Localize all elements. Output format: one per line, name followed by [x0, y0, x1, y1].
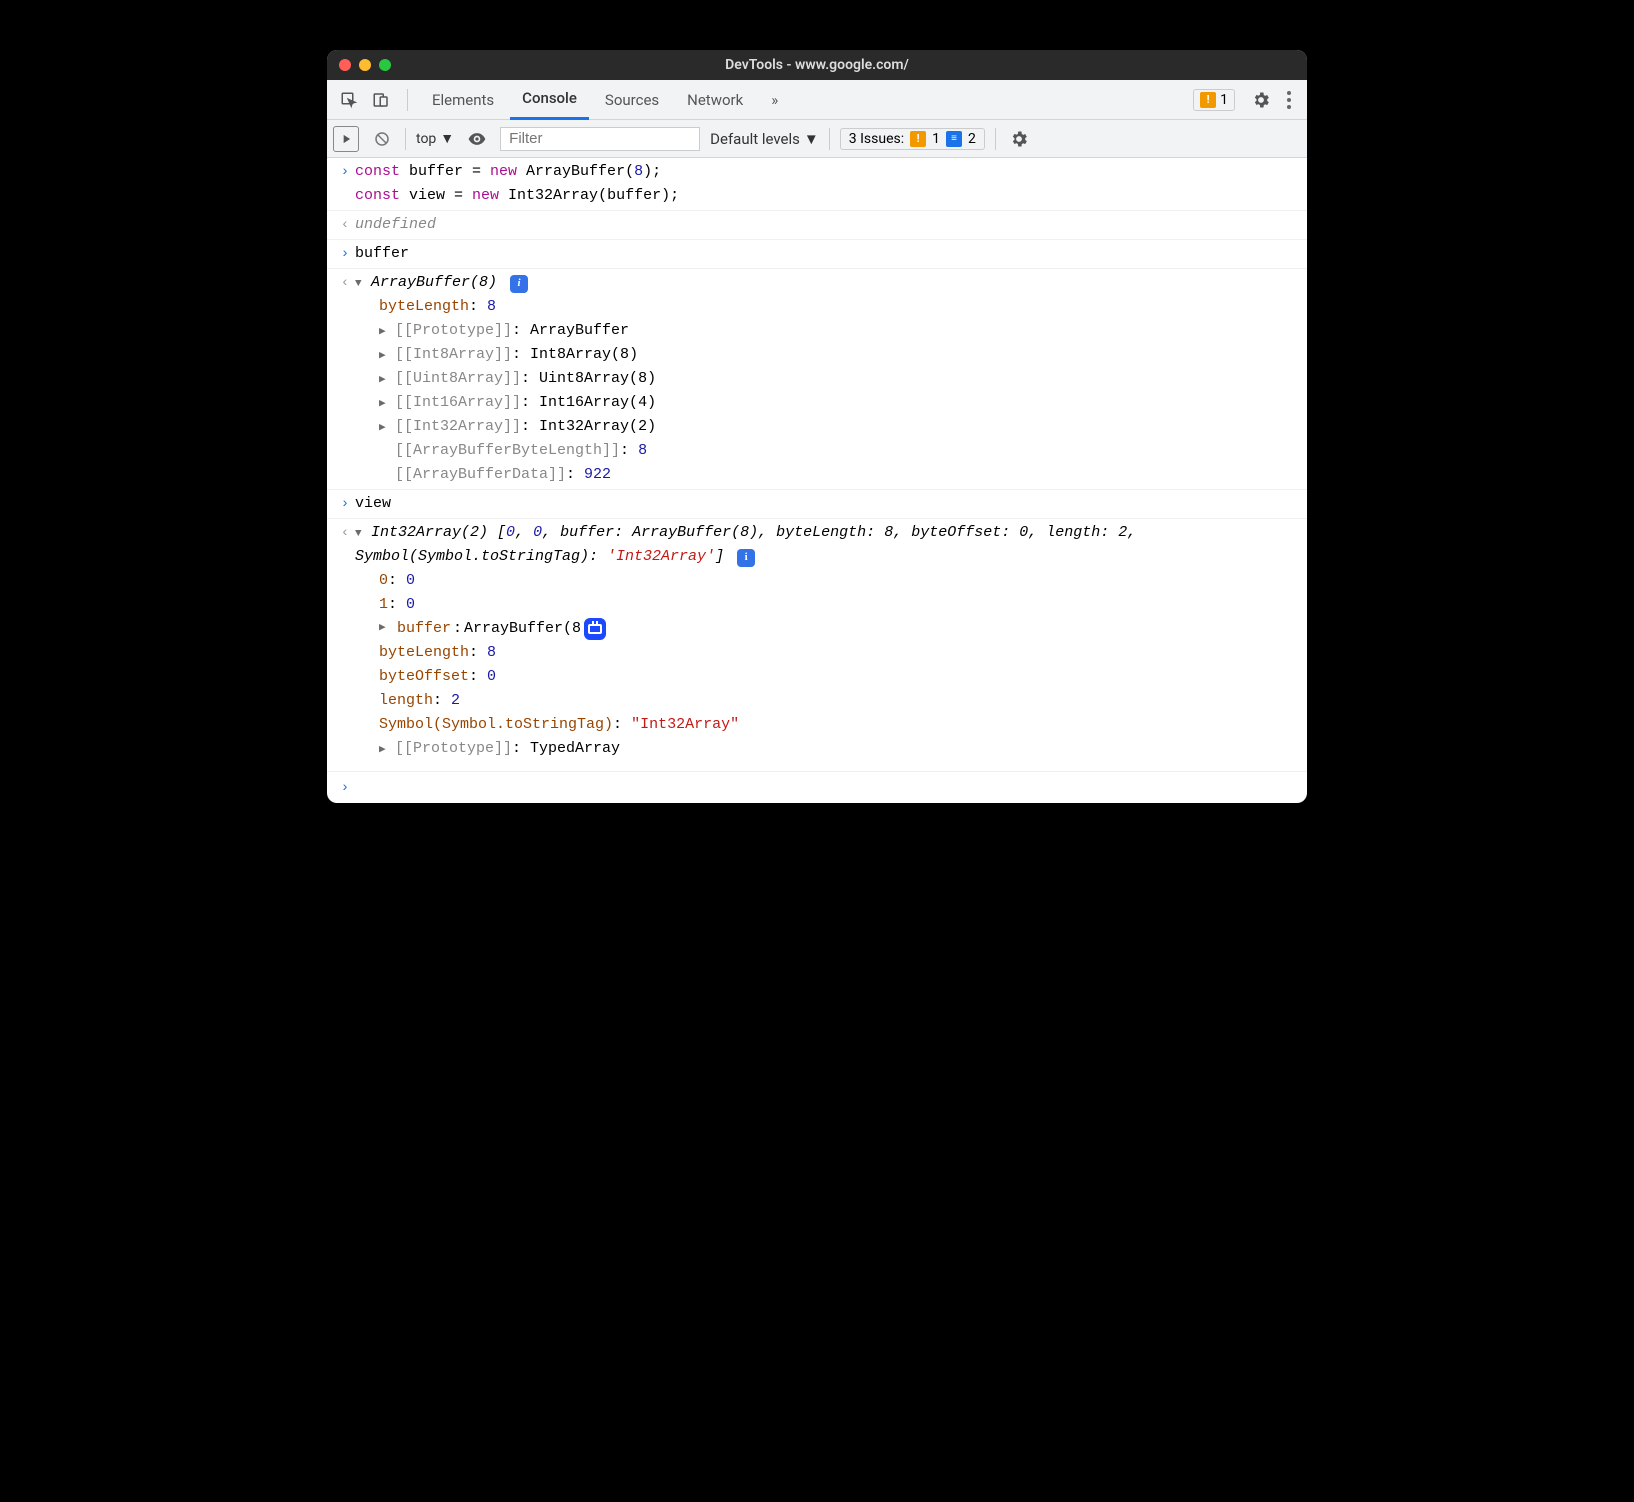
console-prompt[interactable]: ›	[327, 771, 1307, 803]
disclosure-icon[interactable]: ▶	[379, 396, 392, 414]
warning-icon	[1200, 92, 1216, 108]
tab-elements[interactable]: Elements	[420, 80, 506, 120]
live-expression-icon[interactable]	[464, 126, 490, 152]
console-input-content: buffer	[355, 242, 1299, 266]
disclosure-icon[interactable]: ▶	[379, 372, 392, 390]
issues-msg-count: 2	[968, 131, 976, 147]
info-icon[interactable]	[737, 549, 755, 567]
output-chevron-icon: ‹	[335, 271, 355, 487]
disclosure-icon[interactable]: ▶	[379, 348, 392, 366]
header-issues-count: 1	[1220, 92, 1228, 108]
console-output-row: ‹ ▼Int32Array(2) [0, 0, buffer: ArrayBuf…	[327, 519, 1307, 763]
disclosure-icon[interactable]: ▶	[379, 420, 392, 438]
warning-icon	[910, 131, 926, 147]
console-input-content: view	[355, 492, 1299, 516]
input-chevron-icon: ›	[335, 776, 355, 799]
disclosure-icon[interactable]: ▶	[379, 742, 392, 760]
maximize-window[interactable]	[379, 59, 391, 71]
tab-console[interactable]: Console	[510, 80, 589, 120]
console-output-row: ‹ ▼ArrayBuffer(8) byteLength: 8 ▶[[Proto…	[327, 269, 1307, 490]
object-header[interactable]: ArrayBuffer(8)	[371, 274, 497, 291]
header-issues-chip[interactable]: 1	[1193, 89, 1235, 111]
memory-inspector-icon[interactable]	[584, 618, 606, 640]
console-body: › const buffer = new ArrayBuffer(8); con…	[327, 158, 1307, 803]
console-input-row: › buffer	[327, 240, 1307, 269]
devtools-window: DevTools - www.google.com/ Elements Cons…	[327, 50, 1307, 803]
console-output-row: ‹ undefined	[327, 211, 1307, 240]
tab-more[interactable]: »	[759, 80, 790, 120]
close-window[interactable]	[339, 59, 351, 71]
execute-icon[interactable]	[333, 126, 359, 152]
undefined-value: undefined	[355, 216, 436, 233]
clear-console-icon[interactable]	[369, 126, 395, 152]
console-input-row: › view	[327, 490, 1307, 519]
disclosure-icon[interactable]: ▶	[379, 620, 392, 638]
object-header[interactable]: Int32Array(2)	[371, 524, 497, 541]
titlebar: DevTools - www.google.com/	[327, 50, 1307, 80]
tab-sources[interactable]: Sources	[593, 80, 671, 120]
info-icon[interactable]	[510, 275, 528, 293]
disclosure-icon[interactable]: ▼	[355, 276, 368, 294]
context-selector[interactable]: top ▼	[416, 130, 454, 147]
output-chevron-icon: ‹	[335, 521, 355, 761]
issues-summary[interactable]: 3 Issues: 1 2	[840, 128, 985, 150]
disclosure-icon[interactable]: ▶	[379, 324, 392, 342]
tabs-bar: Elements Console Sources Network » 1	[327, 80, 1307, 120]
issues-warn-count: 1	[932, 131, 940, 147]
levels-label: Default levels	[710, 130, 800, 148]
inspect-icon[interactable]	[335, 86, 363, 114]
tab-network[interactable]: Network	[675, 80, 755, 120]
window-title: DevTools - www.google.com/	[327, 57, 1307, 73]
console-toolbar: top ▼ Default levels ▼ 3 Issues: 1 2	[327, 120, 1307, 158]
console-input-content: const buffer = new ArrayBuffer(8); const…	[355, 160, 1299, 208]
chevron-down-icon: ▼	[440, 130, 454, 147]
kebab-menu-icon[interactable]	[1279, 91, 1299, 109]
input-chevron-icon: ›	[335, 242, 355, 266]
output-chevron-icon: ‹	[335, 213, 355, 237]
input-chevron-icon: ›	[335, 160, 355, 208]
console-settings-icon[interactable]	[1006, 126, 1032, 152]
divider	[407, 89, 408, 111]
minimize-window[interactable]	[359, 59, 371, 71]
chevron-down-icon: ▼	[804, 130, 819, 148]
disclosure-icon[interactable]: ▼	[355, 526, 368, 544]
input-chevron-icon: ›	[335, 492, 355, 516]
settings-icon[interactable]	[1247, 86, 1275, 114]
message-icon	[946, 131, 962, 147]
issues-label: 3 Issues:	[849, 131, 904, 147]
device-toggle-icon[interactable]	[367, 86, 395, 114]
console-input-row: › const buffer = new ArrayBuffer(8); con…	[327, 158, 1307, 211]
filter-input[interactable]	[500, 127, 700, 151]
context-label: top	[416, 131, 436, 147]
window-controls	[339, 59, 391, 71]
log-levels-selector[interactable]: Default levels ▼	[710, 130, 819, 148]
